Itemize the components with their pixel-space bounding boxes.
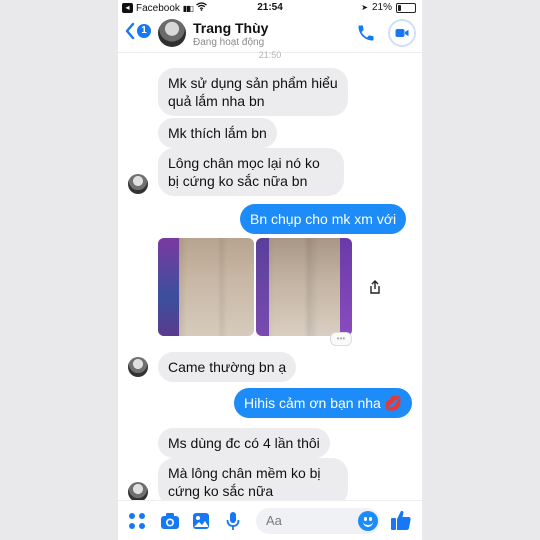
- share-icon: [370, 280, 380, 294]
- battery-icon: [396, 2, 416, 13]
- contact-avatar-small[interactable]: [128, 357, 148, 377]
- location-icon: ➤: [361, 3, 368, 12]
- message-bubble-outgoing[interactable]: Hihis cảm ơn bạn nha 💋: [234, 388, 413, 418]
- like-button[interactable]: [390, 509, 412, 536]
- camera-button[interactable]: [160, 512, 180, 535]
- message-bubble-incoming[interactable]: Mà lông chân mềm ko bị cứng ko sắc nữa: [158, 458, 348, 506]
- microphone-icon: [226, 512, 240, 530]
- message-bubble-incoming[interactable]: Ms dùng đc có 4 lần thôi: [158, 428, 330, 458]
- message-bubble-incoming[interactable]: Came thường bn ạ: [158, 352, 297, 382]
- message-bubble-outgoing[interactable]: Bn chụp cho mk xm với: [240, 204, 407, 234]
- gallery-button[interactable]: [192, 512, 210, 535]
- message-bubble-incoming[interactable]: Mk sử dụng sản phẩm hiểu quả lắm nha bn: [158, 68, 348, 116]
- thumbs-up-icon: [391, 510, 411, 530]
- more-dots-icon[interactable]: •••: [330, 332, 352, 346]
- presence-status: Đang hoạt động: [193, 37, 265, 48]
- camera-icon: [161, 513, 179, 529]
- share-button[interactable]: [363, 275, 387, 299]
- messenger-screen: ◂ Facebook ▮▮▯ 21:54 ➤ 21% 1 Trang Thùy …: [118, 0, 422, 540]
- back-button[interactable]: 1: [124, 22, 151, 40]
- apps-grid-icon: [129, 513, 145, 529]
- message-bubble-incoming[interactable]: Mk thích lắm bn: [158, 118, 277, 148]
- composer-bar: Aa: [118, 500, 422, 540]
- more-actions-button[interactable]: [128, 512, 146, 535]
- voice-message-button[interactable]: [226, 511, 240, 536]
- phone-icon: [358, 25, 374, 41]
- battery-fill: [398, 4, 401, 11]
- message-bubble-incoming[interactable]: Lông chân mọc lại nó ko bị cứng ko sắc n…: [158, 148, 344, 196]
- contact-avatar-small[interactable]: [128, 482, 148, 502]
- contact-avatar[interactable]: [158, 19, 186, 47]
- status-right: ➤ 21%: [361, 2, 416, 13]
- message-timestamp: 21:50: [258, 50, 282, 60]
- voice-call-button[interactable]: [356, 23, 376, 48]
- shared-photo[interactable]: [256, 238, 352, 336]
- image-icon: [193, 513, 209, 529]
- status-bar: ◂ Facebook ▮▮▯ 21:54 ➤ 21%: [118, 0, 422, 16]
- video-call-button[interactable]: [388, 19, 416, 47]
- contact-avatar-small[interactable]: [128, 174, 148, 194]
- emoji-mouth: [363, 522, 373, 527]
- unread-count-badge: 1: [137, 24, 151, 38]
- shared-photo[interactable]: [158, 238, 254, 336]
- battery-percent: 21%: [371, 2, 392, 13]
- back-chevron-icon: [125, 22, 135, 40]
- emoji-icon[interactable]: [358, 511, 378, 531]
- chat-header: 1 Trang Thùy Đang hoạt động: [118, 16, 422, 53]
- contact-name[interactable]: Trang Thùy: [193, 20, 268, 36]
- video-camera-icon: [395, 29, 409, 37]
